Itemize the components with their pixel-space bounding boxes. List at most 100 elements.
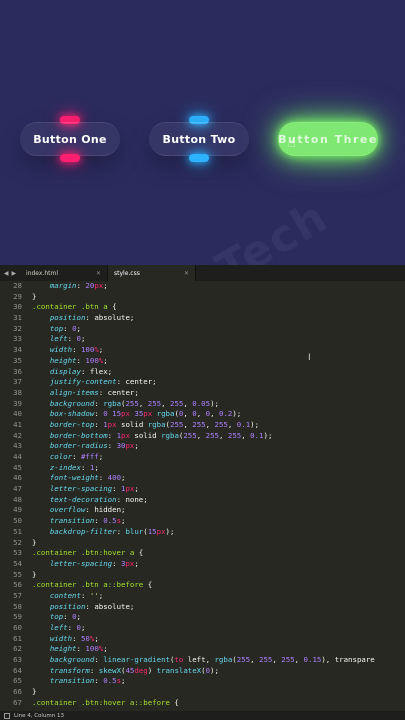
code-line[interactable]: 66}: [0, 687, 405, 698]
line-number: 58: [13, 601, 22, 611]
code-text[interactable]: overflow: hidden;: [22, 505, 126, 516]
code-line[interactable]: 39 background: rgba(255, 255, 255, 0.05)…: [0, 399, 405, 410]
code-line[interactable]: 32 top: 0;: [0, 324, 405, 335]
code-text[interactable]: }: [22, 687, 36, 698]
line-number: 34: [13, 345, 22, 355]
code-line[interactable]: 41 border-top: 1px solid rgba(255, 255, …: [0, 420, 405, 431]
glow-bottom: [189, 154, 209, 162]
code-line[interactable]: 28 margin: 20px;: [0, 281, 405, 292]
code-text[interactable]: .container .btn:hover a {: [22, 548, 143, 559]
code-line[interactable]: 64 transform: skewX(45deg) translateX(0)…: [0, 666, 405, 677]
code-text[interactable]: height: 100%;: [22, 644, 108, 655]
close-icon[interactable]: ✕: [184, 270, 189, 277]
code-line[interactable]: 56 .container .btn a::before {: [0, 580, 405, 591]
code-line[interactable]: 42 border-bottom: 1px solid rgba(255, 25…: [0, 431, 405, 442]
code-text[interactable]: width: 100%;: [22, 345, 103, 356]
code-text[interactable]: letter-spacing: 1px;: [22, 484, 139, 495]
code-line[interactable]: 55}: [0, 570, 405, 581]
code-line[interactable]: 38 align-items: center;: [0, 388, 405, 399]
code-text[interactable]: text-decoration: none;: [22, 495, 148, 506]
code-line[interactable]: 37 justify-content: center;: [0, 377, 405, 388]
code-line[interactable]: 54 letter-spacing: 3px;: [0, 559, 405, 570]
tab-nav[interactable]: ◀ ▶: [0, 265, 20, 281]
code-editor[interactable]: 28 margin: 20px; 29} 30 .container .btn a {…: [0, 281, 405, 711]
code-text[interactable]: transition: 0.5s;: [22, 516, 126, 527]
code-text[interactable]: backdrop-filter: blur(15px);: [22, 527, 175, 538]
text-cursor-icon: I: [308, 353, 311, 363]
code-line[interactable]: 36 display: flex;: [0, 367, 405, 378]
button-one[interactable]: Button One: [20, 122, 120, 156]
code-line[interactable]: 52}: [0, 538, 405, 549]
code-text[interactable]: background: rgba(255, 255, 255, 0.05);: [22, 399, 219, 410]
code-text[interactable]: height: 100%;: [22, 356, 108, 367]
code-line[interactable]: 65 transition: 0.5s;: [0, 676, 405, 687]
code-line[interactable]: 67 .container .btn:hover a::before {: [0, 698, 405, 709]
chevron-right-icon[interactable]: ▶: [12, 270, 17, 277]
code-text[interactable]: left: 0;: [22, 623, 86, 634]
code-text[interactable]: position: absolute;: [22, 602, 135, 613]
code-line[interactable]: 44 color: #fff;: [0, 452, 405, 463]
code-text[interactable]: box-shadow: 0 15px 35px rgba(0, 0, 0, 0.…: [22, 409, 241, 420]
code-text[interactable]: left: 0;: [22, 334, 86, 345]
code-text[interactable]: content: '';: [22, 591, 103, 602]
code-line[interactable]: 51 backdrop-filter: blur(15px);: [0, 527, 405, 538]
code-line[interactable]: 29}: [0, 292, 405, 303]
code-text[interactable]: color: #fff;: [22, 452, 103, 463]
code-text[interactable]: }: [22, 292, 36, 303]
code-line[interactable]: 50 transition: 0.5s;: [0, 516, 405, 527]
code-text[interactable]: position: absolute;: [22, 313, 135, 324]
code-line[interactable]: 40 box-shadow: 0 15px 35px rgba(0, 0, 0,…: [0, 409, 405, 420]
code-text[interactable]: }: [22, 570, 36, 581]
code-line[interactable]: 33 left: 0;: [0, 334, 405, 345]
code-text[interactable]: border-top: 1px solid rgba(255, 255, 255…: [22, 420, 259, 431]
code-line[interactable]: 60 left: 0;: [0, 623, 405, 634]
code-line[interactable]: 43 border-radius: 30px;: [0, 441, 405, 452]
code-line[interactable]: 47 letter-spacing: 1px;: [0, 484, 405, 495]
code-text[interactable]: letter-spacing: 3px;: [22, 559, 139, 570]
code-line[interactable]: 49 overflow: hidden;: [0, 505, 405, 516]
code-text[interactable]: z-index: 1;: [22, 463, 99, 474]
tab-label: style.css: [114, 269, 140, 277]
code-line[interactable]: 63 background: linear-gradient(to left, …: [0, 655, 405, 666]
code-text[interactable]: justify-content: center;: [22, 377, 157, 388]
code-text[interactable]: transform: skewX(45deg) translateX(0);: [22, 666, 219, 677]
code-text[interactable]: align-items: center;: [22, 388, 139, 399]
code-line[interactable]: 35 height: 100%;: [0, 356, 405, 367]
code-line[interactable]: 58 position: absolute;: [0, 602, 405, 613]
code-line[interactable]: 48 text-decoration: none;: [0, 495, 405, 506]
code-text[interactable]: top: 0;: [22, 612, 81, 623]
tab-index-html[interactable]: index.html ✕: [20, 265, 108, 281]
line-number: 30: [13, 302, 22, 312]
code-line[interactable]: 53 .container .btn:hover a {: [0, 548, 405, 559]
code-text[interactable]: font-weight: 400;: [22, 473, 126, 484]
line-number: 65: [13, 676, 22, 686]
code-text[interactable]: border-radius: 30px;: [22, 441, 139, 452]
button-two[interactable]: Button Two: [149, 122, 249, 156]
chevron-left-icon[interactable]: ◀: [4, 270, 9, 277]
code-line[interactable]: 57 content: '';: [0, 591, 405, 602]
close-icon[interactable]: ✕: [96, 270, 101, 277]
code-line[interactable]: 45 z-index: 1;: [0, 463, 405, 474]
code-text[interactable]: .container .btn a {: [22, 302, 117, 313]
code-line[interactable]: 31 position: absolute;: [0, 313, 405, 324]
panel-toggle-icon[interactable]: [4, 712, 10, 719]
code-text[interactable]: background: linear-gradient(to left, rgb…: [22, 655, 375, 666]
code-text[interactable]: display: flex;: [22, 367, 112, 378]
tab-label: index.html: [26, 269, 58, 277]
code-text[interactable]: .container .btn a::before {: [22, 580, 152, 591]
code-line[interactable]: 59 top: 0;: [0, 612, 405, 623]
code-line[interactable]: 34 width: 100%;: [0, 345, 405, 356]
code-line[interactable]: 62 height: 100%;: [0, 644, 405, 655]
code-line[interactable]: 61 width: 50%;: [0, 634, 405, 645]
code-text[interactable]: transition: 0.5s;: [22, 676, 126, 687]
code-text[interactable]: margin: 20px;: [22, 281, 108, 292]
line-number: 49: [13, 505, 22, 515]
code-line[interactable]: 30 .container .btn a {: [0, 302, 405, 313]
tab-style-css[interactable]: style.css ✕: [108, 265, 196, 281]
code-text[interactable]: .container .btn:hover a::before {: [22, 698, 179, 709]
code-text[interactable]: top: 0;: [22, 324, 81, 335]
code-text[interactable]: border-bottom: 1px solid rgba(255, 255, …: [22, 431, 273, 442]
code-text[interactable]: }: [22, 538, 36, 549]
code-line[interactable]: 46 font-weight: 400;: [0, 473, 405, 484]
code-text[interactable]: width: 50%;: [22, 634, 99, 645]
